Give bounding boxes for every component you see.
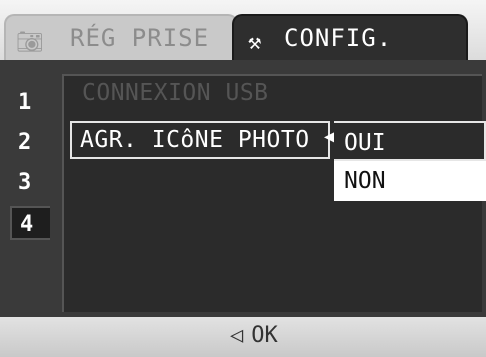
ok-label: OK xyxy=(251,323,278,348)
option-dropdown: OUI NON xyxy=(334,121,486,201)
camera-menu-screen: 📷︎ RÉG PRISE ⚒ CONFIG. 1 2 3 4 CONNEXION… xyxy=(0,0,486,357)
tab-config[interactable]: ⚒ CONFIG. xyxy=(232,14,468,62)
page-number-3[interactable]: 3 xyxy=(10,166,50,200)
tab-shooting-label: RÉG PRISE xyxy=(70,24,210,52)
camera-icon: 📷︎ xyxy=(16,30,44,55)
tab-bar: 📷︎ RÉG PRISE ⚒ CONFIG. xyxy=(0,0,486,62)
footer-bar: ◁ OK xyxy=(0,317,486,357)
back-arrow-icon: ◁ xyxy=(230,323,244,348)
tab-config-label: CONFIG. xyxy=(284,24,393,52)
back-ok-hint: ◁ OK xyxy=(230,323,278,348)
tab-shooting-settings[interactable]: 📷︎ RÉG PRISE xyxy=(4,14,238,62)
tools-icon: ⚒ xyxy=(248,30,262,55)
option-non[interactable]: NON xyxy=(334,161,486,201)
menu-item-usb-connection[interactable]: CONNEXION USB xyxy=(82,80,269,106)
option-oui[interactable]: OUI xyxy=(334,121,486,161)
page-number-1[interactable]: 1 xyxy=(10,86,50,120)
menu-item-add-photo-icon[interactable]: AGR. ICôNE PHOTO xyxy=(70,121,330,159)
page-number-2[interactable]: 2 xyxy=(10,126,50,160)
page-number-4[interactable]: 4 xyxy=(10,206,50,240)
